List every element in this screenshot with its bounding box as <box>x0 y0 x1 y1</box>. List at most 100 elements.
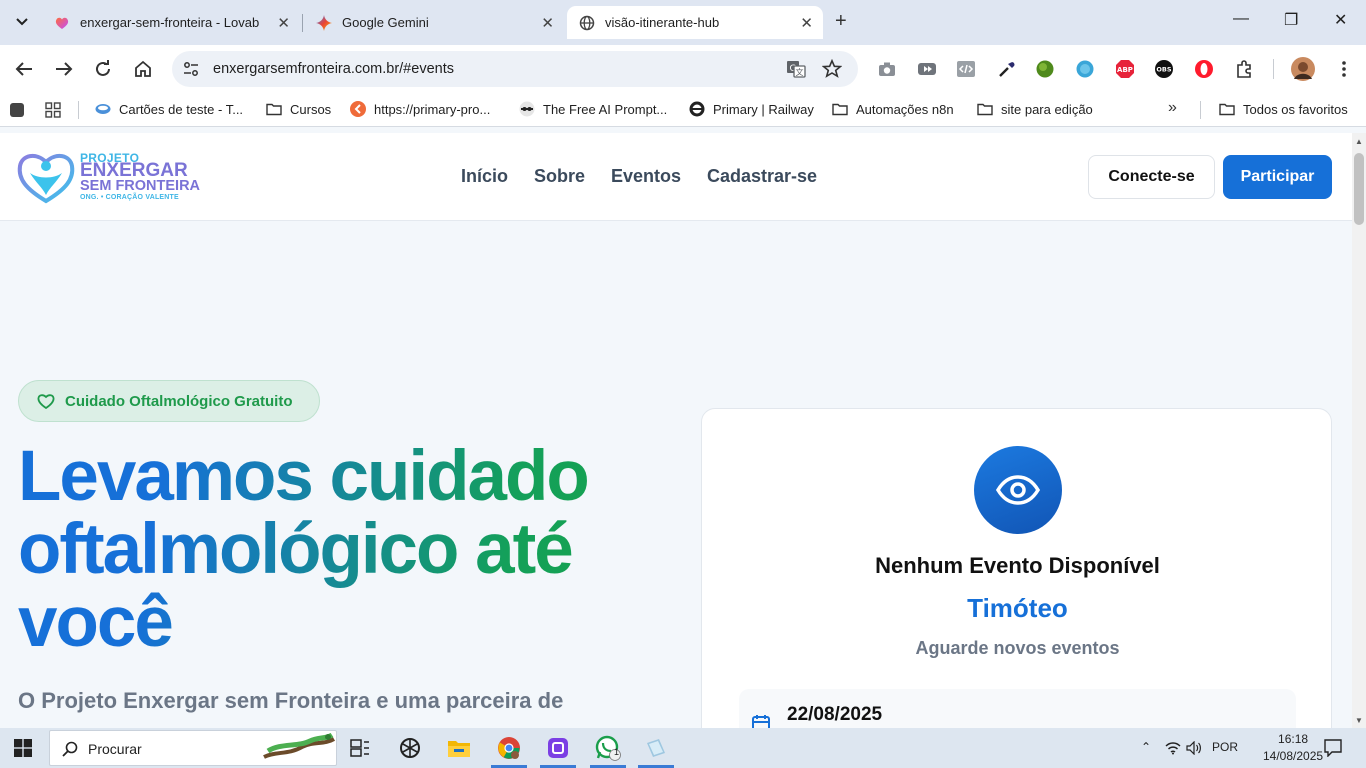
bookmark-label: Cartões de teste - T... <box>119 101 244 117</box>
tab-lovable[interactable]: enxergar-sem-fronteira - Lovab ✕ <box>42 6 300 39</box>
nav-sobre[interactable]: Sobre <box>534 166 585 187</box>
stripe-globe-icon <box>95 104 111 114</box>
address-bar[interactable]: enxergarsemfronteira.com.br/#events G文 <box>172 51 858 87</box>
eyedropper-icon[interactable] <box>997 59 1017 79</box>
all-bookmarks-label: Todos os favoritos <box>1243 101 1348 117</box>
join-button[interactable]: Participar <box>1223 155 1332 199</box>
page-scrollbar[interactable]: ▲ ▼ <box>1352 133 1366 728</box>
bookmark-label: The Free AI Prompt... <box>543 101 668 117</box>
obs-icon[interactable]: OBS <box>1154 59 1174 79</box>
hero-subtitle: O Projeto Enxergar sem Fronteira e uma p… <box>18 688 564 713</box>
event-date: 22/08/2025 <box>787 704 883 725</box>
back-button[interactable] <box>12 57 36 81</box>
site-settings-icon[interactable] <box>182 60 200 78</box>
whatsapp-badge: 1 <box>614 747 620 757</box>
volume-icon[interactable] <box>1186 741 1202 755</box>
tab-separator <box>302 14 303 32</box>
task-view-icon <box>350 739 369 757</box>
maximize-icon[interactable]: ❐ <box>1284 10 1298 30</box>
avatar-icon <box>519 101 535 117</box>
globe-extension-icon[interactable] <box>1075 59 1095 79</box>
bookmark-item[interactable]: Cartões de teste - T... <box>95 101 243 117</box>
wait-message: Aguarde novos eventos <box>915 638 1120 658</box>
chrome-icon <box>498 737 520 759</box>
hero-title: Levamos cuidado oftalmológico até você <box>18 440 658 659</box>
translate-icon[interactable]: G文 <box>786 59 806 79</box>
taskbar-chatgpt[interactable] <box>388 728 432 768</box>
green-ball-icon[interactable] <box>1035 59 1055 79</box>
tab-groups-icon[interactable] <box>9 102 25 118</box>
more-bookmarks-icon[interactable]: » <box>1168 99 1177 117</box>
system-clock[interactable]: 16:18 14/08/2025 <box>1263 731 1323 765</box>
folder-icon <box>977 103 993 116</box>
video-speed-icon[interactable] <box>917 59 937 79</box>
taskbar-whatsapp[interactable]: 1 <box>586 728 630 768</box>
folder-icon <box>832 103 848 116</box>
bookmark-label: https://primary-pro... <box>374 101 491 117</box>
close-icon[interactable]: ✕ <box>541 14 554 32</box>
bookmark-item[interactable]: The Free AI Prompt... <box>519 101 667 117</box>
home-icon <box>135 60 151 77</box>
logo-line-3: SEM FRONTEIRA <box>80 178 201 194</box>
nav-cadastrar[interactable]: Cadastrar-se <box>707 166 817 187</box>
taskbar-file-explorer[interactable] <box>437 728 481 768</box>
bookmark-item[interactable]: Cursos <box>266 101 331 117</box>
gemini-icon <box>316 14 332 31</box>
scroll-thumb[interactable] <box>1354 153 1364 225</box>
camera-icon[interactable] <box>877 59 897 79</box>
reload-icon <box>96 60 110 76</box>
tab-gemini[interactable]: Google Gemini ✕ <box>304 6 564 39</box>
taskbar-chrome[interactable] <box>487 728 531 768</box>
taskbar-search[interactable]: Procurar <box>49 730 337 766</box>
profile-avatar-icon[interactable] <box>1291 57 1315 81</box>
task-view-button[interactable] <box>338 728 382 768</box>
close-icon[interactable]: ✕ <box>800 14 813 32</box>
bookmarks-divider <box>1200 101 1201 119</box>
scroll-up-icon[interactable]: ▲ <box>1355 137 1363 146</box>
new-tab-icon[interactable]: + <box>835 10 847 33</box>
menu-dots-icon[interactable] <box>1334 59 1354 79</box>
connect-button[interactable]: Conecte-se <box>1088 155 1215 199</box>
star-icon[interactable] <box>822 59 842 79</box>
scroll-down-icon[interactable]: ▼ <box>1355 716 1363 725</box>
reload-button[interactable] <box>91 57 115 81</box>
purple-app-icon <box>548 738 568 758</box>
puzzle-icon[interactable] <box>1234 59 1254 79</box>
nav-inicio[interactable]: Início <box>461 166 508 187</box>
arrow-right-icon <box>56 62 73 76</box>
globe-icon <box>579 15 595 30</box>
taskbar-purple-app[interactable] <box>536 728 580 768</box>
url-text: enxergarsemfronteira.com.br/#events <box>213 61 454 77</box>
close-icon[interactable]: ✕ <box>277 14 290 32</box>
chevron-down-icon <box>16 18 28 26</box>
wifi-icon[interactable] <box>1165 741 1181 755</box>
windows-start-icon[interactable] <box>14 739 32 757</box>
bookmark-item[interactable]: https://primary-pro... <box>350 101 490 117</box>
adblock-icon[interactable]: ABP <box>1115 59 1135 79</box>
lizard-illustration-icon <box>263 733 336 759</box>
language-indicator[interactable]: POR <box>1212 740 1238 754</box>
bookmark-label: site para edição <box>1001 101 1093 117</box>
window-close-icon[interactable]: ✕ <box>1334 10 1347 30</box>
minimize-icon[interactable]: — <box>1233 10 1249 28</box>
code-icon[interactable] <box>956 59 976 79</box>
site-header: PROJETO ENXERGAR SEM FRONTEIRA ONG. • CO… <box>0 133 1352 221</box>
tray-overflow-icon[interactable]: ⌃ <box>1141 740 1151 754</box>
opera-icon[interactable] <box>1194 59 1214 79</box>
nav-eventos[interactable]: Eventos <box>611 166 681 187</box>
notifications-icon[interactable] <box>1324 739 1342 757</box>
all-bookmarks[interactable]: Todos os favoritos <box>1219 101 1348 117</box>
heart-outline-icon <box>37 394 55 409</box>
tab-visao-itinerante[interactable]: visão-itinerante-hub ✕ <box>567 6 823 39</box>
bookmark-item[interactable]: Primary | Railway <box>689 101 814 117</box>
event-card: Nenhum Evento Disponível Timóteo Aguarde… <box>701 408 1332 749</box>
taskbar-notes-app[interactable] <box>634 728 678 768</box>
home-button[interactable] <box>131 57 155 81</box>
browser-toolbar: enxergarsemfronteira.com.br/#events G文 A… <box>0 45 1366 93</box>
bookmark-item[interactable]: Automações n8n <box>832 101 954 117</box>
apps-grid-icon[interactable] <box>45 102 61 118</box>
bookmark-item[interactable]: site para edição <box>977 101 1093 117</box>
toolbar-divider <box>1273 59 1274 79</box>
tab-search-button[interactable] <box>8 8 36 36</box>
forward-button[interactable] <box>52 57 76 81</box>
